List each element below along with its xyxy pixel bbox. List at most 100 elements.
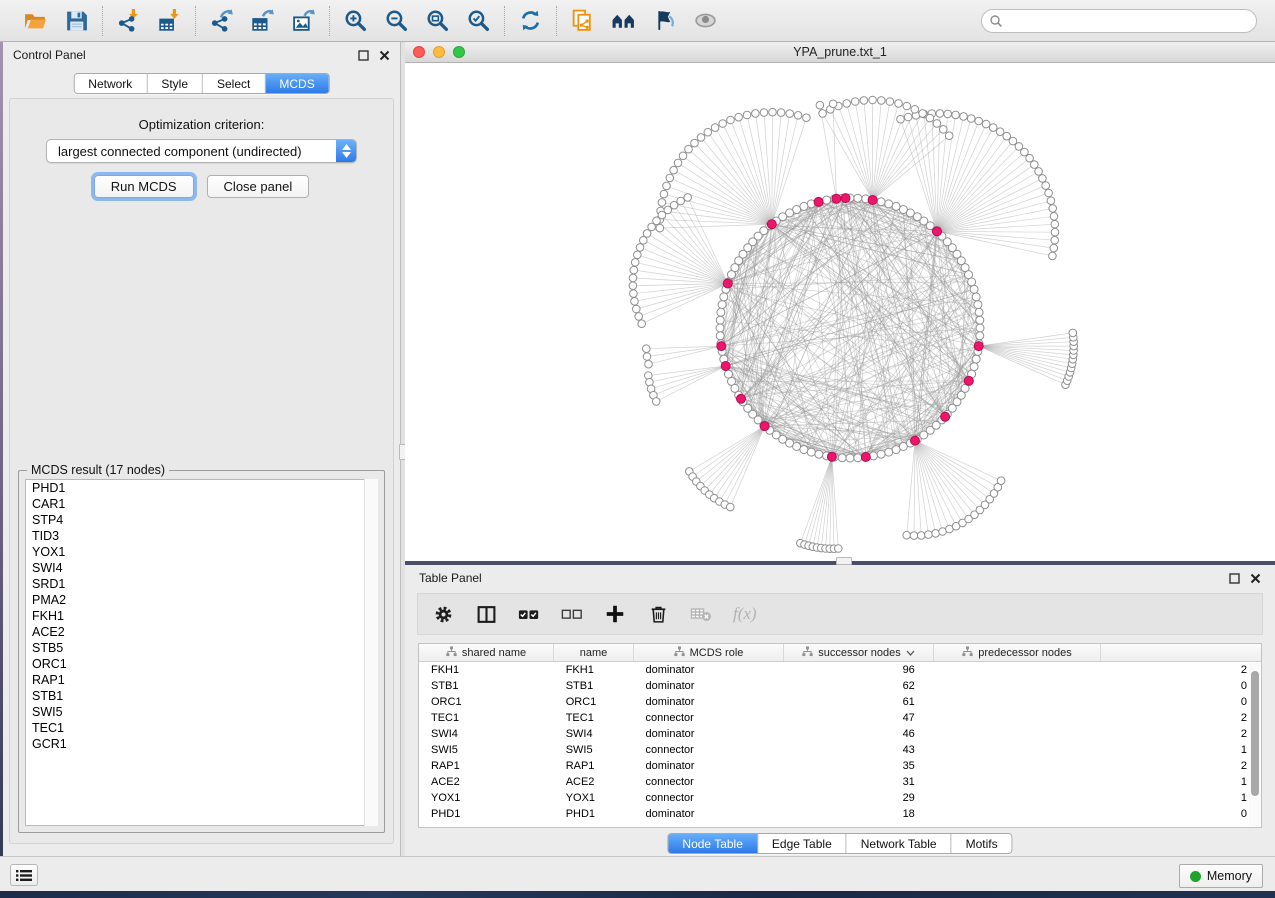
cell-mcds-role[interactable]: dominator — [634, 760, 784, 772]
network-node[interactable] — [843, 100, 851, 108]
network-node[interactable] — [679, 152, 687, 160]
network-node[interactable] — [904, 113, 912, 121]
network-node[interactable] — [1035, 168, 1043, 176]
export-web-icon[interactable] — [569, 7, 596, 34]
column-header-MCDS-role[interactable]: MCDS role — [634, 644, 784, 661]
network-node[interactable] — [777, 109, 785, 117]
dominator-node[interactable] — [911, 436, 920, 445]
network-node[interactable] — [719, 120, 727, 128]
network-node[interactable] — [631, 298, 639, 306]
network-node[interactable] — [638, 320, 646, 328]
show-graphics-details-icon[interactable] — [692, 7, 719, 34]
network-node[interactable] — [652, 398, 660, 406]
network-node[interactable] — [727, 116, 735, 124]
cell-predecessor-nodes[interactable]: 0 — [933, 696, 1261, 708]
network-node[interactable] — [976, 332, 984, 340]
column-header-successor-nodes[interactable]: successor nodes — [784, 644, 934, 661]
network-node[interactable] — [1050, 244, 1058, 252]
mcds-result-item[interactable]: ACE2 — [26, 624, 377, 640]
network-edge[interactable] — [937, 141, 1013, 231]
show-columns-icon[interactable] — [475, 603, 497, 625]
network-node[interactable] — [952, 111, 960, 119]
cell-shared-name[interactable]: TEC1 — [419, 712, 554, 724]
network-node[interactable] — [643, 230, 651, 238]
network-node[interactable] — [974, 301, 982, 309]
network-edge[interactable] — [772, 112, 773, 224]
network-node[interactable] — [634, 251, 642, 259]
network-node[interactable] — [633, 305, 641, 313]
network-node[interactable] — [674, 159, 682, 167]
export-image-icon[interactable] — [290, 7, 317, 34]
network-node[interactable] — [989, 124, 997, 132]
network-node[interactable] — [716, 332, 724, 340]
network-node[interactable] — [960, 113, 968, 121]
network-node[interactable] — [933, 120, 941, 128]
column-header-predecessor-nodes[interactable]: predecessor nodes — [934, 644, 1101, 661]
cell-shared-name[interactable]: SWI5 — [419, 744, 554, 756]
table-row[interactable]: SWI4SWI4dominator462 — [419, 726, 1261, 742]
run-mcds-button[interactable]: Run MCDS — [94, 175, 194, 198]
network-node[interactable] — [976, 316, 984, 324]
network-node[interactable] — [1051, 220, 1059, 228]
cell-successor-nodes[interactable]: 29 — [783, 792, 933, 804]
cell-shared-name[interactable]: ORC1 — [419, 696, 554, 708]
first-neighbors-icon[interactable] — [610, 7, 637, 34]
network-edge[interactable] — [819, 202, 858, 458]
table-row[interactable]: ACE2ACE2connector311 — [419, 774, 1261, 790]
network-node[interactable] — [1049, 252, 1057, 260]
network-node[interactable] — [1039, 175, 1047, 183]
dominator-node[interactable] — [868, 196, 877, 205]
network-node[interactable] — [728, 271, 736, 279]
create-column-icon[interactable] — [604, 603, 626, 625]
network-node[interactable] — [897, 115, 905, 123]
network-edge[interactable] — [695, 143, 772, 224]
network-node[interactable] — [716, 324, 724, 332]
network-edge[interactable] — [937, 178, 1042, 231]
cell-predecessor-nodes[interactable]: 0 — [933, 808, 1261, 820]
network-node[interactable] — [656, 224, 664, 232]
task-history-button[interactable] — [10, 864, 38, 886]
network-node[interactable] — [869, 96, 877, 104]
network-node[interactable] — [997, 477, 1005, 485]
network-node[interactable] — [660, 190, 668, 198]
mcds-result-item[interactable]: STB5 — [26, 640, 377, 656]
unselect-all-columns-icon[interactable] — [561, 603, 583, 625]
network-node[interactable] — [718, 301, 726, 309]
network-edge[interactable] — [708, 132, 772, 224]
network-node[interactable] — [793, 443, 801, 451]
network-node[interactable] — [658, 199, 666, 207]
network-node[interactable] — [724, 370, 732, 378]
network-node[interactable] — [970, 363, 978, 371]
network-node[interactable] — [940, 126, 948, 134]
network-node[interactable] — [717, 308, 725, 316]
network-node[interactable] — [886, 98, 894, 106]
save-icon[interactable] — [63, 7, 90, 34]
cell-name[interactable]: ORC1 — [554, 696, 634, 708]
network-node[interactable] — [1051, 228, 1059, 236]
dominator-node[interactable] — [814, 197, 823, 206]
cell-successor-nodes[interactable]: 62 — [783, 680, 933, 692]
network-node[interactable] — [819, 110, 827, 118]
tab-style[interactable]: Style — [147, 74, 203, 93]
network-edge[interactable] — [915, 441, 943, 532]
network-edge[interactable] — [937, 132, 1000, 232]
network-node[interactable] — [925, 531, 933, 539]
close-panel-button[interactable]: Close panel — [207, 175, 310, 198]
mcds-result-item[interactable]: STB1 — [26, 688, 377, 704]
network-edge[interactable] — [705, 426, 765, 490]
cell-shared-name[interactable]: FKH1 — [419, 664, 554, 676]
mcds-result-list[interactable]: PHD1CAR1STP4TID3YOX1SWI4SRD1PMA2FKH1ACE2… — [25, 479, 378, 826]
table-tab-node-table[interactable]: Node Table — [668, 834, 758, 853]
network-node[interactable] — [670, 166, 678, 174]
network-node[interactable] — [684, 194, 692, 202]
mcds-result-item[interactable]: SWI4 — [26, 560, 377, 576]
dominator-node[interactable] — [723, 279, 732, 288]
table-row[interactable]: FKH1FKH1dominator962 — [419, 662, 1261, 678]
cell-successor-nodes[interactable]: 47 — [783, 712, 933, 724]
network-node[interactable] — [968, 278, 976, 286]
network-edge[interactable] — [714, 426, 765, 498]
cell-name[interactable]: SWI4 — [554, 728, 634, 740]
network-node[interactable] — [691, 139, 699, 147]
cell-mcds-role[interactable]: dominator — [634, 664, 784, 676]
mcds-result-item[interactable]: RAP1 — [26, 672, 377, 688]
